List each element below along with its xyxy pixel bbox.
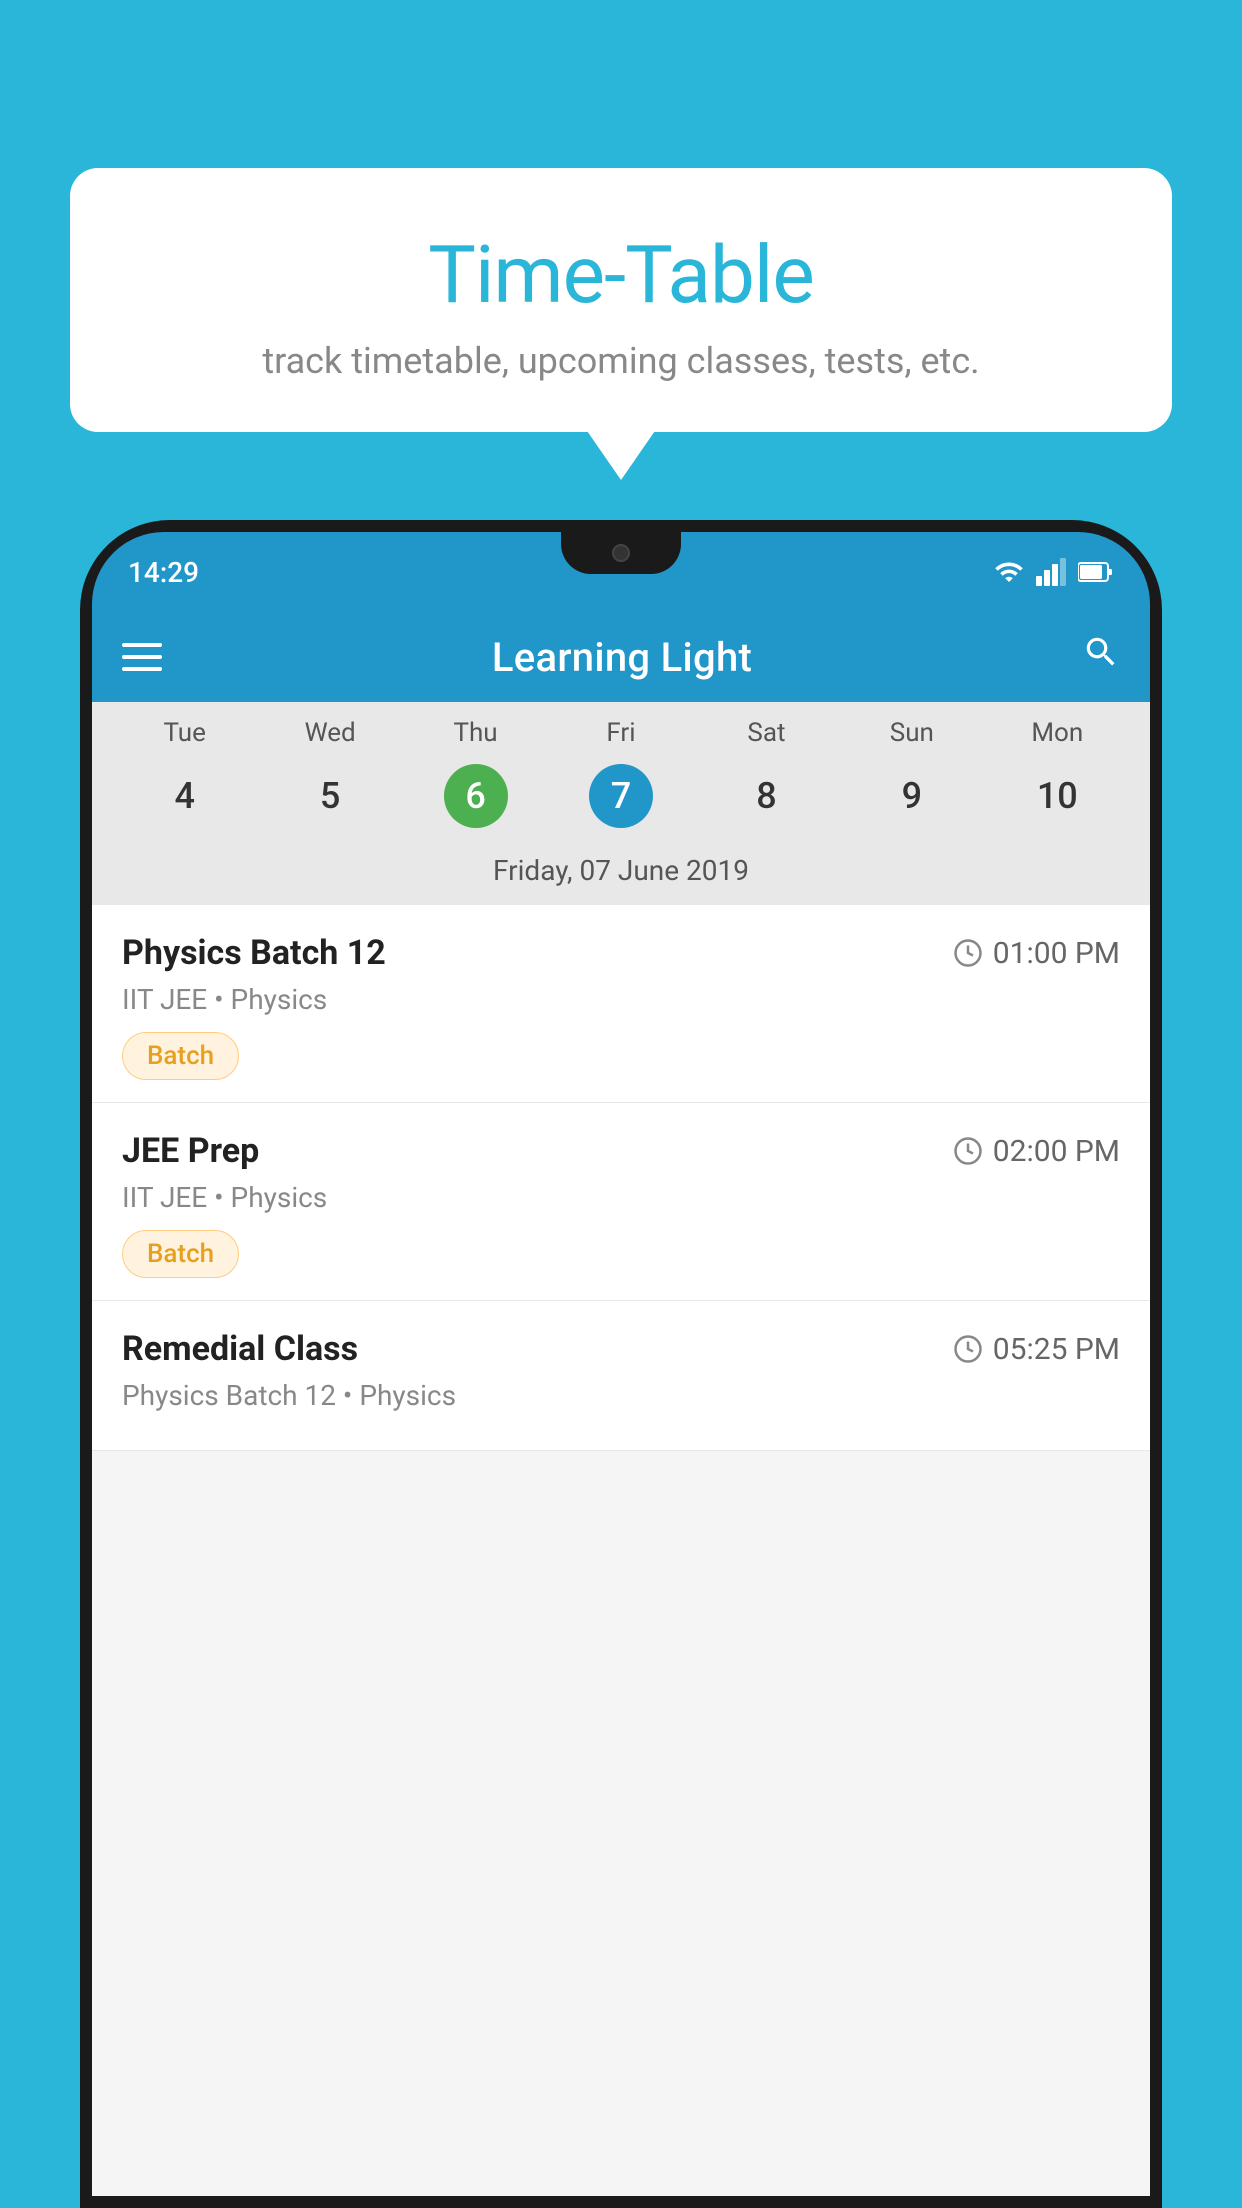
app-screen: Learning Light Tue Wed Thu Fri Sat Sun M… xyxy=(92,612,1150,2196)
class-item-physics-batch-12[interactable]: Physics Batch 12 01:00 PM IIT JEE • Phys… xyxy=(92,905,1150,1103)
app-title: Learning Light xyxy=(492,634,752,681)
day-sun: Sun xyxy=(839,718,984,748)
class-item-jee-prep[interactable]: JEE Prep 02:00 PM IIT JEE • Physics Batc… xyxy=(92,1103,1150,1301)
status-icons xyxy=(994,557,1114,587)
class-item-1-header: Physics Batch 12 01:00 PM xyxy=(122,933,1120,973)
phone-frame: 14:29 xyxy=(80,520,1162,2208)
selected-date-label: Friday, 07 June 2019 xyxy=(112,844,1130,905)
tooltip-title: Time-Table xyxy=(120,228,1122,322)
status-time: 14:29 xyxy=(128,556,199,589)
clock-icon-2 xyxy=(953,1136,983,1166)
hamburger-menu-button[interactable] xyxy=(122,643,162,671)
class-time-2: 02:00 PM xyxy=(953,1134,1120,1169)
class-time-1: 01:00 PM xyxy=(953,936,1120,971)
tooltip-card: Time-Table track timetable, upcoming cla… xyxy=(70,168,1172,432)
day-mon: Mon xyxy=(985,718,1130,748)
wifi-icon xyxy=(994,557,1024,587)
date-5[interactable]: 5 xyxy=(257,764,402,828)
class-subject-2: IIT JEE • Physics xyxy=(122,1181,1120,1214)
date-4[interactable]: 4 xyxy=(112,764,257,828)
class-item-3-header: Remedial Class 05:25 PM xyxy=(122,1329,1120,1369)
class-time-value-2: 02:00 PM xyxy=(993,1134,1120,1169)
class-name-1: Physics Batch 12 xyxy=(122,933,386,973)
class-list: Physics Batch 12 01:00 PM IIT JEE • Phys… xyxy=(92,905,1150,1451)
class-name-2: JEE Prep xyxy=(122,1131,259,1171)
date-8[interactable]: 8 xyxy=(694,764,839,828)
class-item-remedial[interactable]: Remedial Class 05:25 PM Physics Batch 12… xyxy=(92,1301,1150,1451)
date-9[interactable]: 9 xyxy=(839,764,984,828)
signal-icon xyxy=(1036,558,1066,586)
clock-icon-1 xyxy=(953,938,983,968)
day-wed: Wed xyxy=(257,718,402,748)
battery-icon xyxy=(1078,560,1114,584)
days-row: Tue Wed Thu Fri Sat Sun Mon xyxy=(112,702,1130,756)
class-name-3: Remedial Class xyxy=(122,1329,358,1369)
class-time-value-1: 01:00 PM xyxy=(993,936,1120,971)
phone-notch xyxy=(561,532,681,574)
day-tue: Tue xyxy=(112,718,257,748)
day-fri: Fri xyxy=(548,718,693,748)
calendar-strip: Tue Wed Thu Fri Sat Sun Mon 4 5 6 7 xyxy=(92,702,1150,905)
day-thu: Thu xyxy=(403,718,548,748)
class-subject-3: Physics Batch 12 • Physics xyxy=(122,1379,1120,1412)
class-time-value-3: 05:25 PM xyxy=(993,1332,1120,1367)
app-header: Learning Light xyxy=(92,612,1150,702)
batch-badge-1: Batch xyxy=(122,1032,239,1080)
date-6-today[interactable]: 6 xyxy=(403,764,548,828)
dates-row: 4 5 6 7 8 9 10 xyxy=(112,756,1130,844)
batch-badge-2: Batch xyxy=(122,1230,239,1278)
class-item-2-header: JEE Prep 02:00 PM xyxy=(122,1131,1120,1171)
tooltip-subtitle: track timetable, upcoming classes, tests… xyxy=(120,340,1122,382)
date-7-selected[interactable]: 7 xyxy=(548,764,693,828)
class-subject-1: IIT JEE • Physics xyxy=(122,983,1120,1016)
search-button[interactable] xyxy=(1082,633,1120,681)
camera-notch xyxy=(612,544,630,562)
status-bar: 14:29 xyxy=(92,532,1150,612)
day-sat: Sat xyxy=(694,718,839,748)
date-10[interactable]: 10 xyxy=(985,764,1130,828)
clock-icon-3 xyxy=(953,1334,983,1364)
class-time-3: 05:25 PM xyxy=(953,1332,1120,1367)
